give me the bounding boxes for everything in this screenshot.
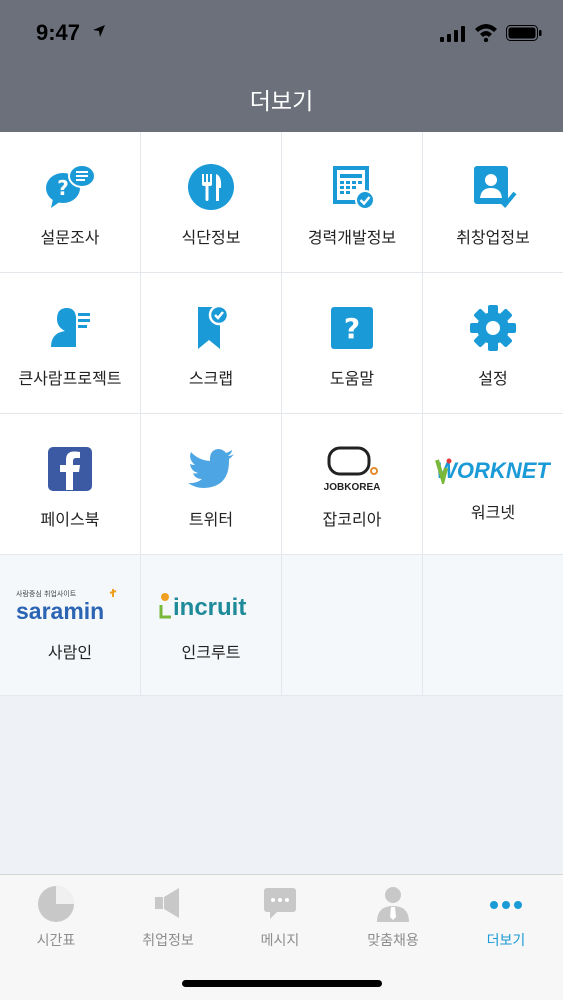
profile-check-icon [474,166,517,208]
menu-item-label: 경력개발정보 [307,228,397,247]
home-indicator[interactable] [182,980,382,987]
tab-label: 메시지 [260,933,300,949]
tab-label: 취업정보 [142,933,194,949]
bookmark-check-icon [198,304,230,349]
help-question-icon: ? [331,307,373,349]
menu-item-incruit[interactable]: incruit 인크루트 [141,555,282,695]
incruit-logo-text: incruit [173,594,246,621]
menu-row: 페이스북 트위터 JOBKOREA 잡코리아 WORKNET 워크넷 [0,414,563,555]
person-list-icon [51,308,90,347]
cellular-signal-icon [440,26,465,42]
incruit-logo: incruit [141,587,281,623]
menu-item-settings[interactable]: 설정 [423,273,563,413]
fork-knife-icon [188,164,234,210]
menu-grid: ? 설문조사 식단정보 경력개발정보 취창업정보 큰사람프로젝트 스크랩 ? 도… [0,132,563,696]
svg-text:?: ? [57,176,69,200]
calendar-check-icon [333,166,375,210]
menu-item-jobkorea[interactable]: JOBKOREA 잡코리아 [282,414,423,554]
saramin-logo-icon: 사람중심 취업사이트 saramin [16,589,117,624]
megaphone-icon [155,888,179,918]
status-time: 9:47 [36,20,81,45]
jobkorea-logo-text: JOBKOREA [324,482,381,493]
jobkorea-logo: JOBKOREA [282,444,422,494]
svg-text:?: ? [344,312,360,345]
battery-icon [506,25,542,41]
menu-item-saramin[interactable]: 사람중심 취업사이트 saramin 사람인 [0,555,141,695]
message-bubble-icon [264,888,296,919]
menu-item-label: 인크루트 [181,643,241,662]
menu-row: 큰사람프로젝트 스크랩 ? 도움말 설정 [0,273,563,414]
menu-item-label: 도움말 [329,369,375,388]
menu-item-startup[interactable]: 취창업정보 [423,132,563,272]
menu-item-label: 사람인 [47,643,93,662]
menu-item-career[interactable]: 경력개발정보 [282,132,423,272]
person-tie-icon [377,887,409,922]
page-title: 더보기 [249,89,314,115]
more-dots-icon [490,901,522,909]
app-header: 9:47 더보기 [0,0,563,132]
tab-label: 시간표 [36,933,76,949]
tab-job-info[interactable]: 취업정보 [112,875,224,965]
tab-message[interactable]: 메시지 [224,875,336,965]
menu-item-help[interactable]: ? 도움말 [282,273,423,413]
twitter-bird-icon [188,449,234,488]
tab-timetable[interactable]: 시간표 [0,875,112,965]
empty-cell [282,555,423,695]
survey-chat-icon: ? [46,164,95,208]
menu-item-meal[interactable]: 식단정보 [141,132,282,272]
menu-item-label: 식단정보 [181,228,241,247]
menu-item-label: 잡코리아 [322,510,382,529]
incruit-logo-icon: incruit [159,593,246,621]
worknet-logo: WORKNET [423,454,563,484]
tab-label: 더보기 [486,933,526,949]
facebook-icon [48,447,92,491]
menu-item-label: 트위터 [188,510,234,529]
menu-item-worknet[interactable]: WORKNET 워크넷 [423,414,563,554]
saramin-logo-subtext: 사람중심 취업사이트 [16,589,77,598]
menu-item-label: 스크랩 [188,369,234,388]
jobkorea-logo-icon: JOBKOREA [324,446,381,493]
menu-item-label: 취창업정보 [456,228,530,247]
menu-item-label: 설문조사 [40,228,100,247]
worknet-logo-icon: WORKNET [435,458,551,484]
tab-label: 맞춤채용 [367,933,419,949]
saramin-logo: 사람중심 취업사이트 saramin [0,587,140,627]
tab-more[interactable]: 더보기 [450,875,562,965]
gear-icon [470,305,516,351]
tab-custom-hiring[interactable]: 맞춤채용 [337,875,449,965]
menu-row: ? 설문조사 식단정보 경력개발정보 취창업정보 [0,132,563,273]
pie-clock-icon [38,886,74,922]
menu-row: 사람중심 취업사이트 saramin 사람인 incruit 인크루트 [0,555,563,696]
empty-cell [423,555,563,695]
menu-item-label: 큰사람프로젝트 [18,369,122,388]
menu-item-label: 페이스북 [40,510,100,529]
menu-item-scrap[interactable]: 스크랩 [141,273,282,413]
saramin-logo-text: saramin [16,598,104,624]
menu-item-big-person-project[interactable]: 큰사람프로젝트 [0,273,141,413]
menu-item-facebook[interactable]: 페이스북 [0,414,141,554]
menu-item-label: 워크넷 [470,503,516,522]
worknet-logo-text: WORKNET [436,458,551,483]
menu-item-label: 설정 [478,369,508,388]
menu-item-survey[interactable]: ? 설문조사 [0,132,141,272]
wifi-icon [475,24,497,42]
status-bar: 9:47 [0,0,563,62]
location-arrow-icon [93,25,105,37]
menu-item-twitter[interactable]: 트위터 [141,414,282,554]
